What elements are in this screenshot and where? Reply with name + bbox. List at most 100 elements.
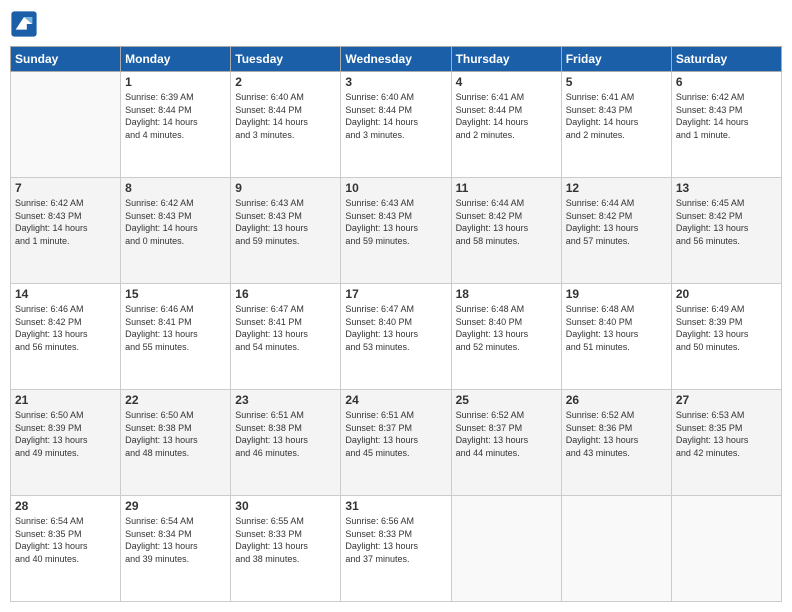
day-info: Sunrise: 6:55 AMSunset: 8:33 PMDaylight:… [235,515,336,565]
day-number: 2 [235,75,336,89]
weekday-saturday: Saturday [671,47,781,72]
day-info: Sunrise: 6:41 AMSunset: 8:44 PMDaylight:… [456,91,557,141]
day-number: 28 [15,499,116,513]
day-number: 15 [125,287,226,301]
day-info: Sunrise: 6:51 AMSunset: 8:37 PMDaylight:… [345,409,446,459]
day-number: 6 [676,75,777,89]
day-info: Sunrise: 6:51 AMSunset: 8:38 PMDaylight:… [235,409,336,459]
day-info: Sunrise: 6:42 AMSunset: 8:43 PMDaylight:… [125,197,226,247]
day-info: Sunrise: 6:39 AMSunset: 8:44 PMDaylight:… [125,91,226,141]
day-info: Sunrise: 6:45 AMSunset: 8:42 PMDaylight:… [676,197,777,247]
calendar-cell: 27Sunrise: 6:53 AMSunset: 8:35 PMDayligh… [671,390,781,496]
day-info: Sunrise: 6:40 AMSunset: 8:44 PMDaylight:… [345,91,446,141]
day-info: Sunrise: 6:49 AMSunset: 8:39 PMDaylight:… [676,303,777,353]
calendar-cell: 6 Sunrise: 6:42 AMSunset: 8:43 PMDaylight… [671,72,781,178]
day-number: 4 [456,75,557,89]
day-info: Sunrise: 6:42 AMSunset: 8:43 PMDaylight:… [15,197,116,247]
logo-icon [10,10,38,38]
week-row-1: 1 Sunrise: 6:39 AMSunset: 8:44 PMDaylight… [11,72,782,178]
day-number: 25 [456,393,557,407]
calendar-cell: 9Sunrise: 6:43 AMSunset: 8:43 PMDaylight… [231,178,341,284]
day-info: Sunrise: 6:50 AMSunset: 8:38 PMDaylight:… [125,409,226,459]
calendar-cell: 8 Sunrise: 6:42 AMSunset: 8:43 PMDaylight… [121,178,231,284]
calendar-cell: 20 Sunrise: 6:49 AMSunset: 8:39 PMDayligh… [671,284,781,390]
day-info: Sunrise: 6:46 AMSunset: 8:41 PMDaylight:… [125,303,226,353]
day-number: 7 [15,181,116,195]
week-row-3: 14Sunrise: 6:46 AMSunset: 8:42 PMDayligh… [11,284,782,390]
day-info: Sunrise: 6:42 AMSunset: 8:43 PMDaylight:… [676,91,777,141]
calendar-cell: 19 Sunrise: 6:48 AMSunset: 8:40 PMDayligh… [561,284,671,390]
day-number: 10 [345,181,446,195]
day-number: 29 [125,499,226,513]
day-info: Sunrise: 6:41 AMSunset: 8:43 PMDaylight:… [566,91,667,141]
day-info: Sunrise: 6:48 AMSunset: 8:40 PMDaylight:… [566,303,667,353]
calendar-cell: 22 Sunrise: 6:50 AMSunset: 8:38 PMDayligh… [121,390,231,496]
calendar-cell: 7 Sunrise: 6:42 AMSunset: 8:43 PMDaylight… [11,178,121,284]
calendar-cell: 31 Sunrise: 6:56 AMSunset: 8:33 PMDayligh… [341,496,451,602]
calendar-cell: 25 Sunrise: 6:52 AMSunset: 8:37 PMDayligh… [451,390,561,496]
day-number: 12 [566,181,667,195]
calendar-cell: 1 Sunrise: 6:39 AMSunset: 8:44 PMDaylight… [121,72,231,178]
day-info: Sunrise: 6:47 AMSunset: 8:40 PMDaylight:… [345,303,446,353]
calendar-cell: 3Sunrise: 6:40 AMSunset: 8:44 PMDaylight… [341,72,451,178]
day-number: 18 [456,287,557,301]
day-number: 21 [15,393,116,407]
day-info: Sunrise: 6:52 AMSunset: 8:36 PMDaylight:… [566,409,667,459]
calendar-cell: 29 Sunrise: 6:54 AMSunset: 8:34 PMDayligh… [121,496,231,602]
calendar-cell: 28 Sunrise: 6:54 AMSunset: 8:35 PMDayligh… [11,496,121,602]
day-info: Sunrise: 6:54 AMSunset: 8:35 PMDaylight:… [15,515,116,565]
calendar-cell: 17 Sunrise: 6:47 AMSunset: 8:40 PMDayligh… [341,284,451,390]
week-row-5: 28 Sunrise: 6:54 AMSunset: 8:35 PMDayligh… [11,496,782,602]
day-info: Sunrise: 6:46 AMSunset: 8:42 PMDaylight:… [15,303,116,353]
calendar-cell: 2 Sunrise: 6:40 AMSunset: 8:44 PMDaylight… [231,72,341,178]
day-number: 23 [235,393,336,407]
page: SundayMondayTuesdayWednesdayThursdayFrid… [0,0,792,612]
day-info: Sunrise: 6:50 AMSunset: 8:39 PMDaylight:… [15,409,116,459]
calendar-cell: 5 Sunrise: 6:41 AMSunset: 8:43 PMDaylight… [561,72,671,178]
day-info: Sunrise: 6:54 AMSunset: 8:34 PMDaylight:… [125,515,226,565]
day-number: 26 [566,393,667,407]
calendar-cell [671,496,781,602]
weekday-tuesday: Tuesday [231,47,341,72]
day-info: Sunrise: 6:44 AMSunset: 8:42 PMDaylight:… [456,197,557,247]
weekday-header-row: SundayMondayTuesdayWednesdayThursdayFrid… [11,47,782,72]
calendar-cell: 24 Sunrise: 6:51 AMSunset: 8:37 PMDayligh… [341,390,451,496]
calendar-cell: 14Sunrise: 6:46 AMSunset: 8:42 PMDayligh… [11,284,121,390]
day-number: 24 [345,393,446,407]
calendar-cell [561,496,671,602]
weekday-monday: Monday [121,47,231,72]
day-number: 11 [456,181,557,195]
day-info: Sunrise: 6:40 AMSunset: 8:44 PMDaylight:… [235,91,336,141]
day-number: 20 [676,287,777,301]
day-number: 16 [235,287,336,301]
day-info: Sunrise: 6:47 AMSunset: 8:41 PMDaylight:… [235,303,336,353]
header [10,10,782,38]
calendar-cell: 16 Sunrise: 6:47 AMSunset: 8:41 PMDayligh… [231,284,341,390]
day-number: 27 [676,393,777,407]
day-info: Sunrise: 6:56 AMSunset: 8:33 PMDaylight:… [345,515,446,565]
logo [10,10,40,38]
day-info: Sunrise: 6:52 AMSunset: 8:37 PMDaylight:… [456,409,557,459]
day-number: 1 [125,75,226,89]
calendar-cell: 30 Sunrise: 6:55 AMSunset: 8:33 PMDayligh… [231,496,341,602]
day-number: 5 [566,75,667,89]
calendar-cell: 13 Sunrise: 6:45 AMSunset: 8:42 PMDayligh… [671,178,781,284]
day-number: 9 [235,181,336,195]
calendar-cell: 23 Sunrise: 6:51 AMSunset: 8:38 PMDayligh… [231,390,341,496]
calendar-cell: 18Sunrise: 6:48 AMSunset: 8:40 PMDayligh… [451,284,561,390]
day-number: 8 [125,181,226,195]
calendar-cell: 10 Sunrise: 6:43 AMSunset: 8:43 PMDayligh… [341,178,451,284]
calendar-cell: 15 Sunrise: 6:46 AMSunset: 8:41 PMDayligh… [121,284,231,390]
day-number: 17 [345,287,446,301]
day-number: 19 [566,287,667,301]
day-info: Sunrise: 6:43 AMSunset: 8:43 PMDaylight:… [345,197,446,247]
day-number: 22 [125,393,226,407]
calendar-cell: 21 Sunrise: 6:50 AMSunset: 8:39 PMDayligh… [11,390,121,496]
day-number: 31 [345,499,446,513]
day-number: 30 [235,499,336,513]
day-info: Sunrise: 6:44 AMSunset: 8:42 PMDaylight:… [566,197,667,247]
calendar-cell [451,496,561,602]
weekday-wednesday: Wednesday [341,47,451,72]
day-number: 13 [676,181,777,195]
calendar-cell: 12 Sunrise: 6:44 AMSunset: 8:42 PMDayligh… [561,178,671,284]
